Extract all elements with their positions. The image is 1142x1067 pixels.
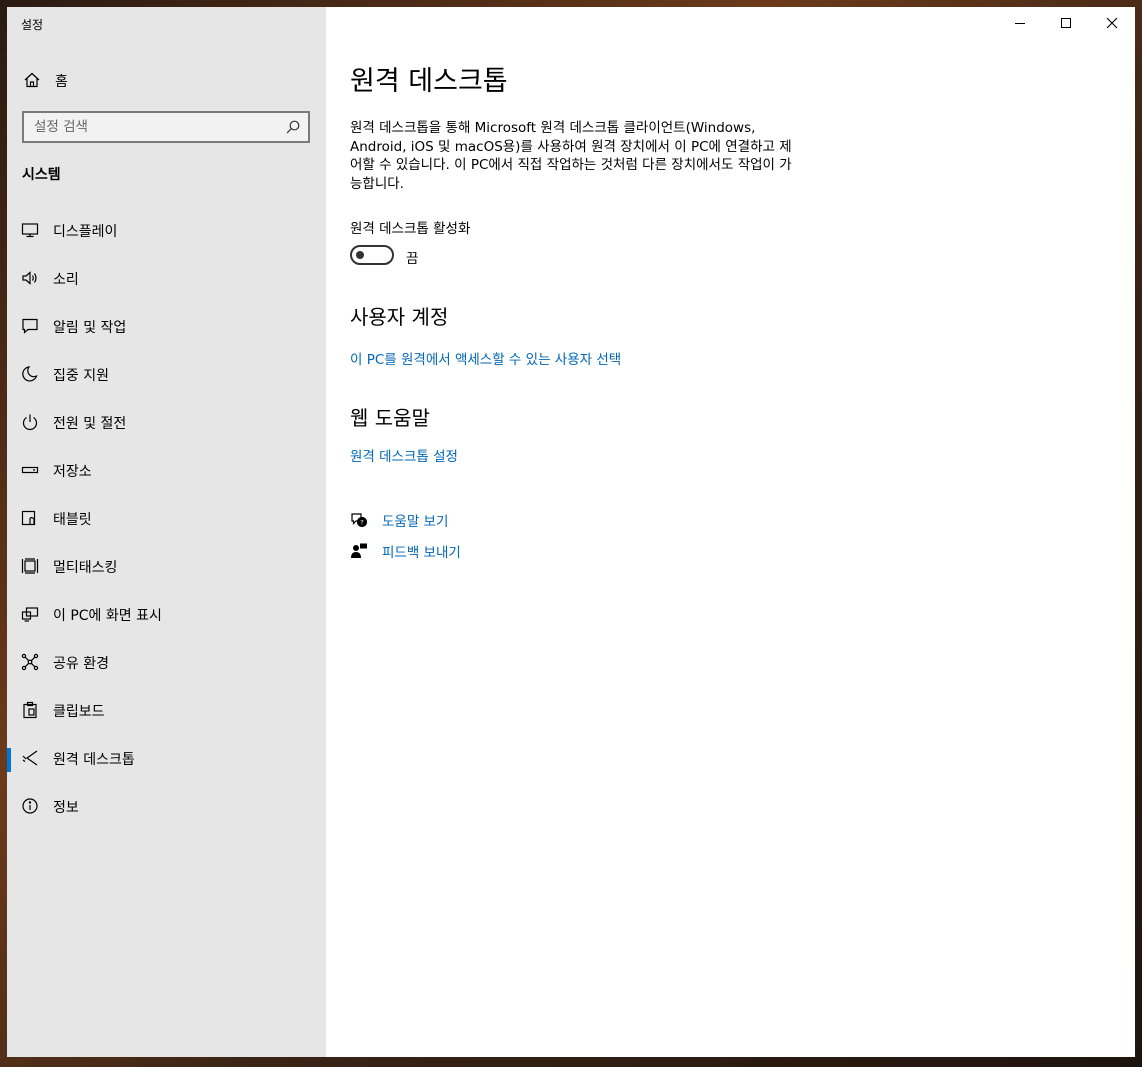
toggle-knob: [356, 251, 364, 259]
user-accounts-heading: 사용자 계정: [350, 305, 449, 329]
sidebar-item-label: 원격 데스크톱: [53, 752, 135, 768]
sidebar-item-label: 태블릿: [53, 512, 92, 528]
feedback-icon: [350, 542, 368, 560]
sidebar-item-multitasking[interactable]: 멀티태스킹: [7, 543, 326, 591]
sidebar-item-label: 소리: [53, 272, 79, 288]
home-icon: [23, 71, 41, 89]
help-chat-icon: ?: [350, 511, 368, 529]
close-icon: [1106, 17, 1118, 29]
toggle-label: 원격 데스크톱 활성화: [350, 221, 471, 237]
sidebar-item-storage[interactable]: 저장소: [7, 447, 326, 495]
sidebar: 설정 홈 시스템 디스플레이: [7, 7, 326, 1057]
sidebar-item-label: 클립보드: [53, 704, 105, 720]
tablet-icon: [21, 509, 39, 527]
web-help-heading: 웹 도움말: [350, 406, 430, 430]
search-icon[interactable]: [286, 120, 300, 134]
toggle-state-text: 끔: [406, 251, 419, 267]
sidebar-item-label: 디스플레이: [53, 224, 118, 240]
sidebar-item-label: 홈: [55, 74, 68, 90]
sidebar-item-focus-assist[interactable]: 집중 지원: [7, 351, 326, 399]
sidebar-item-label: 정보: [53, 800, 79, 816]
sidebar-item-label: 저장소: [53, 464, 92, 480]
page-title: 원격 데스크톱: [350, 66, 508, 97]
active-indicator: [7, 748, 11, 772]
sidebar-item-label: 이 PC에 화면 표시: [53, 608, 162, 624]
speaker-icon: [21, 269, 39, 287]
sidebar-nav: 디스플레이 소리 알림 및 작업 집중 지원 전원 및 절전 저장소 태블릿 멀…: [7, 207, 326, 831]
info-icon: [21, 797, 39, 815]
remote-desktop-toggle[interactable]: [350, 245, 394, 265]
sidebar-item-about[interactable]: 정보: [7, 783, 326, 831]
minimize-button[interactable]: [997, 7, 1043, 39]
sidebar-item-label: 알림 및 작업: [53, 320, 127, 336]
clipboard-icon: [21, 701, 39, 719]
sidebar-item-project[interactable]: 이 PC에 화면 표시: [7, 591, 326, 639]
search-input[interactable]: [34, 113, 274, 141]
remote-desktop-setup-link[interactable]: 원격 데스크톱 설정: [350, 445, 458, 465]
sidebar-item-label: 전원 및 절전: [53, 416, 127, 432]
section-title: 시스템: [22, 167, 61, 183]
get-help-row[interactable]: ? 도움말 보기: [350, 509, 448, 531]
multitasking-icon: [21, 557, 39, 575]
maximize-icon: [1061, 18, 1071, 28]
project-icon: [21, 605, 39, 623]
svg-text:?: ?: [360, 519, 363, 527]
remote-desktop-icon: [21, 749, 39, 767]
power-icon: [21, 413, 39, 431]
moon-icon: [21, 365, 39, 383]
sidebar-item-power[interactable]: 전원 및 절전: [7, 399, 326, 447]
notification-icon: [21, 317, 39, 335]
maximize-button[interactable]: [1043, 7, 1089, 39]
get-help-link[interactable]: 도움말 보기: [382, 510, 448, 530]
search-box[interactable]: [22, 111, 310, 143]
sidebar-item-label: 멀티태스킹: [53, 560, 118, 576]
select-users-link[interactable]: 이 PC를 원격에서 액세스할 수 있는 사용자 선택: [350, 348, 621, 368]
sidebar-item-sound[interactable]: 소리: [7, 255, 326, 303]
sidebar-item-display[interactable]: 디스플레이: [7, 207, 326, 255]
close-button[interactable]: [1089, 7, 1135, 39]
content-pane: 원격 데스크톱 원격 데스크톱을 통해 Microsoft 원격 데스크톱 클라…: [326, 7, 1135, 1057]
minimize-icon: [1015, 23, 1025, 24]
sidebar-item-shared-experiences[interactable]: 공유 환경: [7, 639, 326, 687]
monitor-icon: [21, 221, 39, 239]
share-icon: [21, 653, 39, 671]
sidebar-item-remote-desktop[interactable]: 원격 데스크톱: [7, 735, 326, 783]
sidebar-item-tablet[interactable]: 태블릿: [7, 495, 326, 543]
settings-window: 설정 홈 시스템 디스플레이: [7, 7, 1135, 1057]
feedback-row[interactable]: 피드백 보내기: [350, 540, 461, 562]
window-controls: [997, 7, 1135, 39]
sidebar-item-home[interactable]: 홈: [7, 65, 326, 95]
sidebar-item-label: 공유 환경: [53, 656, 109, 672]
app-title: 설정: [21, 18, 44, 32]
sidebar-item-clipboard[interactable]: 클립보드: [7, 687, 326, 735]
page-description: 원격 데스크톱을 통해 Microsoft 원격 데스크톱 클라이언트(Wind…: [350, 120, 792, 192]
send-feedback-link[interactable]: 피드백 보내기: [382, 541, 461, 561]
storage-icon: [21, 461, 39, 479]
sidebar-item-label: 집중 지원: [53, 368, 109, 384]
sidebar-item-notifications[interactable]: 알림 및 작업: [7, 303, 326, 351]
